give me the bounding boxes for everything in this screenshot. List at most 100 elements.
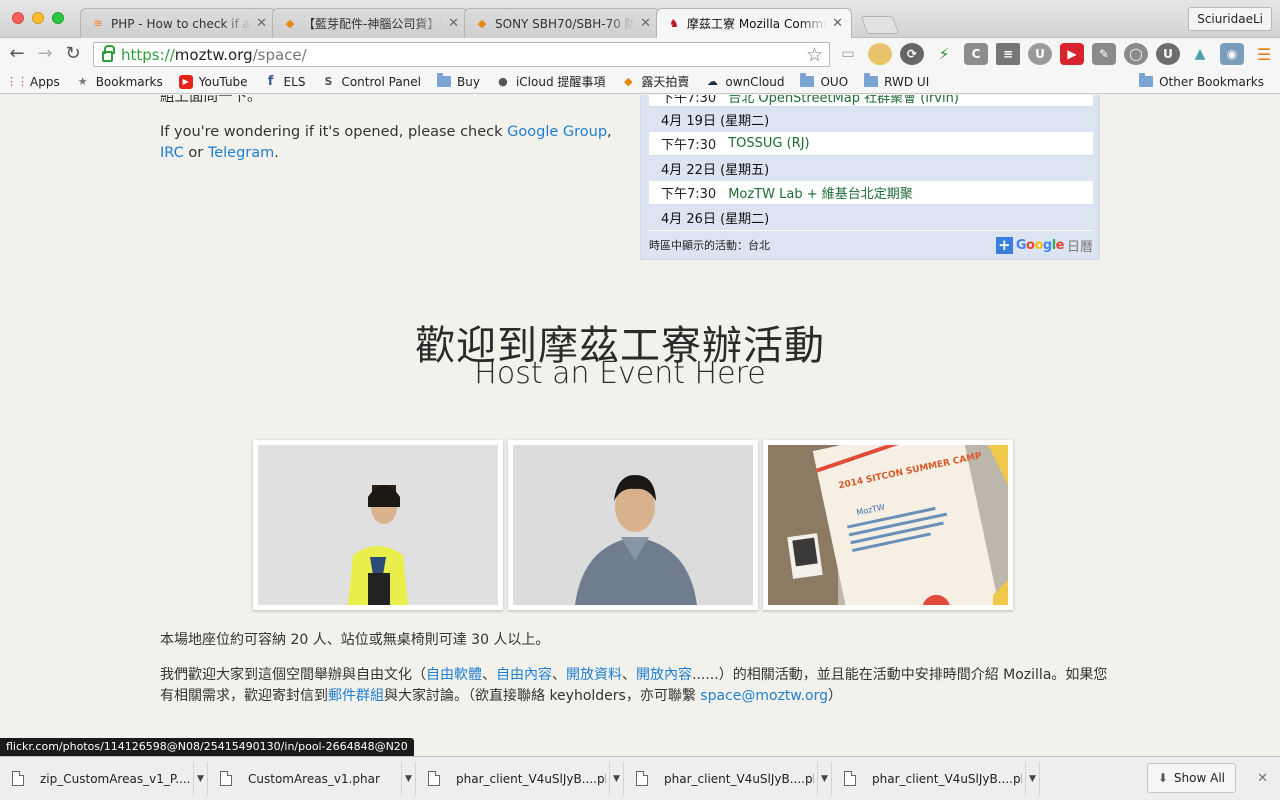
minimize-window-button[interactable] (32, 12, 44, 24)
apple-icon: ● (498, 75, 508, 88)
cookie-extension-icon[interactable] (868, 43, 892, 65)
shape-extension-icon[interactable]: ▲ (1188, 43, 1212, 65)
menu-icon[interactable]: ☰ (1252, 43, 1276, 65)
link-status-bubble: flickr.com/photos/114126598@N08/25415490… (0, 738, 414, 756)
chevron-down-icon[interactable]: ▼ (401, 761, 415, 796)
browser-toolbar: ← → ↻ https://moztw.org/space/ ☆ ▭ ⟳ ⚡ C… (0, 38, 1280, 70)
bookmark-control-panel[interactable]: S Control Panel (321, 75, 421, 89)
open-data-link[interactable]: 開放資料 (566, 667, 622, 683)
sync-extension-icon[interactable]: ⟳ (900, 43, 924, 65)
bookmark-star-icon[interactable]: ☆ (806, 44, 823, 66)
url-host: moztw.org (174, 45, 253, 64)
free-software-link[interactable]: 自由軟體 (426, 667, 482, 683)
cast-icon[interactable]: ▭ (836, 43, 860, 65)
add-calendar-icon: + (995, 236, 1013, 254)
event-time: 下午7:30 (661, 95, 717, 106)
file-icon (636, 771, 648, 786)
camera-extension-icon[interactable]: ◉ (1220, 43, 1244, 65)
download-item[interactable]: CustomAreas_v1.phar ▼ (208, 761, 416, 796)
bookmark-folder-ouo[interactable]: OUO (800, 73, 848, 89)
period: . (274, 145, 279, 161)
separator: 、 (552, 667, 566, 683)
download-filename: phar_client_V4uSlJyB....phar (872, 771, 1022, 786)
gallery-photo[interactable] (253, 440, 503, 610)
reload-icon[interactable]: ↻ (62, 43, 84, 65)
google-calendar-widget: 下午7:30 台北 OpenStreetMap 社群聚會 (irvin) 4月 … (640, 95, 1100, 260)
download-item[interactable]: zip_CustomAreas_v1_P....zip▼ (0, 761, 208, 796)
photo-illustration (513, 445, 753, 605)
google-group-link[interactable]: Google Group (507, 124, 607, 140)
event-name: MozTW Lab + 維基台北定期聚 (728, 187, 913, 202)
chevron-down-icon[interactable]: ▼ (193, 761, 207, 796)
chevron-down-icon[interactable]: ▼ (817, 761, 831, 796)
address-bar[interactable]: https://moztw.org/space/ ☆ (93, 42, 830, 67)
irc-link[interactable]: IRC (160, 145, 184, 161)
calendar-event[interactable]: 下午7:30 MozTW Lab + 維基台北定期聚 (649, 181, 1093, 205)
close-tab-icon[interactable]: ✕ (256, 16, 267, 31)
close-tab-icon[interactable]: ✕ (832, 16, 843, 31)
download-filename: CustomAreas_v1.phar (248, 771, 380, 786)
close-icon[interactable]: ✕ (1257, 771, 1268, 786)
bookmark-els[interactable]: f ELS (264, 74, 306, 89)
telegram-link[interactable]: Telegram (208, 145, 274, 161)
mailing-list-link[interactable]: 郵件群組 (328, 688, 384, 704)
photo-illustration (258, 445, 498, 605)
signal-extension-icon[interactable]: ⚡ (932, 43, 956, 65)
chevron-down-icon[interactable]: ▼ (1025, 761, 1039, 796)
extension-u-icon[interactable]: U (1028, 43, 1052, 65)
ruten-icon: ◆ (624, 75, 633, 88)
calendar-footer: 時區中顯示的活動： 台北 + Google 日曆 (649, 234, 1093, 256)
google-calendar-button[interactable]: + Google 日曆 (995, 236, 1093, 255)
close-window-button[interactable] (12, 12, 24, 24)
extension-u2-icon[interactable]: U (1156, 43, 1180, 65)
forward-arrow-icon[interactable]: → (34, 43, 56, 65)
profile-button[interactable]: SciuridaeLi (1188, 7, 1272, 31)
calendar-event[interactable]: 下午7:30 台北 OpenStreetMap 社群聚會 (irvin) (649, 95, 1093, 107)
open-content-link[interactable]: 開放內容 (636, 667, 692, 683)
close-tab-icon[interactable]: ✕ (640, 16, 651, 31)
bookmark-icloud-reminders[interactable]: ● iCloud 提醒事項 (496, 73, 605, 90)
bookmark-label: Buy (457, 74, 480, 89)
back-arrow-icon[interactable]: ← (6, 43, 28, 65)
folder-icon (1139, 73, 1154, 89)
close-tab-icon[interactable]: ✕ (448, 16, 459, 31)
bookmark-label: Apps (30, 74, 60, 89)
download-item[interactable]: phar_client_V4uSlJyB....phar▼ (832, 761, 1040, 796)
bookmark-youtube[interactable]: ▶ YouTube (178, 74, 248, 89)
show-all-downloads-button[interactable]: ⬇ Show All (1146, 763, 1236, 793)
email-link[interactable]: space@moztw.org (700, 688, 828, 704)
separator: 、 (622, 667, 636, 683)
github-extension-icon[interactable]: ◯ (1124, 43, 1148, 65)
intro-paragraph-tail: 組上面問一下。 (160, 95, 620, 108)
calendar-event[interactable]: 下午7:30 TOSSUG (RJ) (649, 132, 1093, 156)
tab-title: 摩茲工寮 Mozilla Community (687, 17, 827, 31)
other-bookmarks[interactable]: Other Bookmarks (1139, 73, 1264, 89)
download-item[interactable]: phar_client_V4uSlJyB....phar▼ (624, 761, 832, 796)
list-extension-icon[interactable]: ≡ (996, 43, 1020, 65)
edit-extension-icon[interactable]: ✎ (1092, 43, 1116, 65)
bookmark-apps[interactable]: ⋮⋮ Apps (6, 74, 60, 89)
wonder-text: If you're wondering if it's opened, plea… (160, 124, 508, 140)
bookmark-folder-buy[interactable]: Buy (437, 73, 480, 89)
bookmark-owncloud[interactable]: ☁ ownCloud (705, 75, 785, 89)
gallery-photo[interactable]: 2014 SITCON SUMMER CAMP MozTW (763, 440, 1013, 610)
bookmark-folder-rwd-ui[interactable]: RWD UI (864, 73, 929, 89)
download-item[interactable]: phar_client_V4uSlJyB....phar▼ (416, 761, 624, 796)
tab-sony-product[interactable]: ◆ 【藍芽配件-神腦公司貨】SONY ✕ (272, 8, 468, 38)
ruten-icon: ◆ (285, 17, 295, 30)
bookmark-ruten[interactable]: ◆ 露天拍賣 (621, 73, 689, 90)
tab-sony-sbh70[interactable]: ◆ SONY SBH70/SBH-70 防水 ✕ (464, 8, 660, 38)
tab-php-question[interactable]: ≋ PHP - How to check if a string ✕ (80, 8, 276, 38)
extension-c-icon[interactable]: C (964, 43, 988, 65)
skip-extension-icon[interactable]: ▶ (1060, 43, 1084, 65)
download-filename: zip_CustomAreas_v1_P....zip (40, 771, 190, 786)
maximize-window-button[interactable] (52, 12, 64, 24)
bookmark-bookmarks[interactable]: ★ Bookmarks (76, 75, 163, 89)
free-content-link[interactable]: 自由內容 (496, 667, 552, 683)
gallery-photo[interactable] (508, 440, 758, 610)
bookmark-label: 露天拍賣 (641, 75, 690, 89)
separator: 、 (482, 667, 496, 683)
tab-moztw-space[interactable]: ♞ 摩茲工寮 Mozilla Community ✕ (656, 8, 852, 38)
chevron-down-icon[interactable]: ▼ (609, 761, 623, 796)
new-tab-button[interactable] (860, 16, 900, 34)
